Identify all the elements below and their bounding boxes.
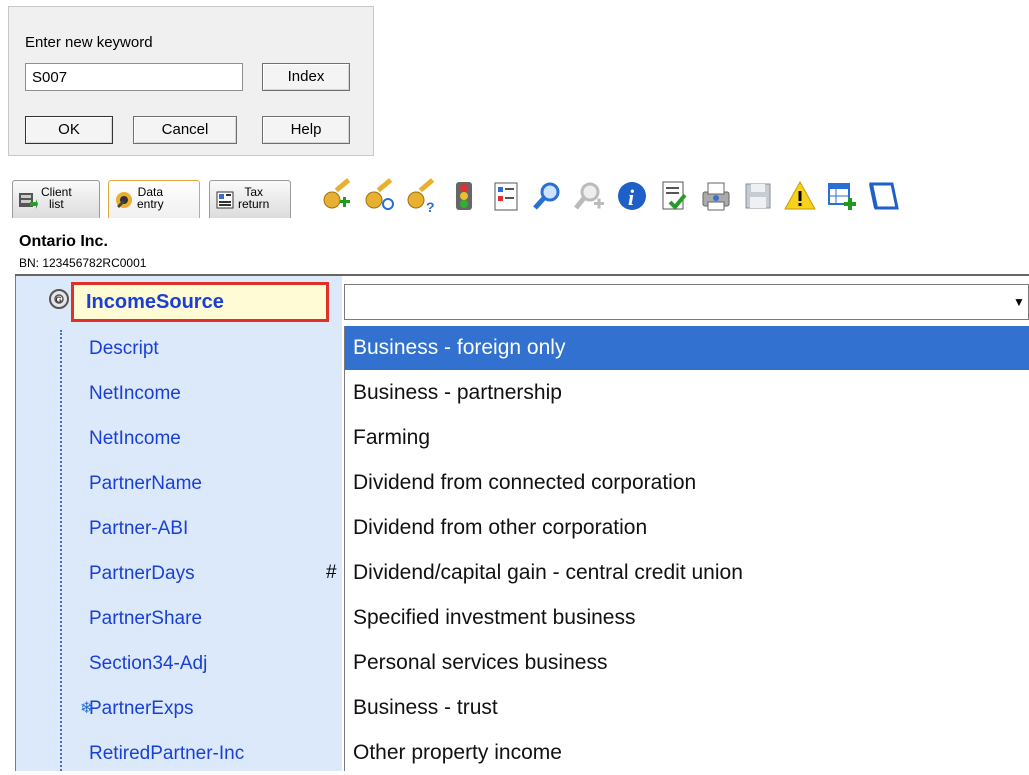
tax-return-icon: [216, 191, 234, 209]
dropdown-option[interactable]: Other property income: [345, 731, 1029, 775]
tree-row-partner-abi[interactable]: Partner-ABI: [89, 511, 188, 547]
tab-data-entry[interactable]: Data entry: [108, 180, 200, 218]
index-button[interactable]: Index: [262, 63, 350, 91]
dropdown-option[interactable]: Specified investment business: [345, 596, 1029, 640]
info-icon[interactable]: i: [614, 178, 650, 214]
dropdown-option[interactable]: Business - partnership: [345, 371, 1029, 415]
warning-icon[interactable]: [782, 178, 818, 214]
tree-row-partner-days[interactable]: PartnerDays: [89, 556, 195, 592]
form-icon[interactable]: [866, 178, 902, 214]
keyword-input[interactable]: [25, 63, 243, 91]
tree-row-partner-exps[interactable]: PartnerExps: [89, 691, 194, 727]
help-button[interactable]: Help: [262, 116, 350, 144]
dropdown-option[interactable]: Dividend from other corporation: [345, 506, 1029, 550]
review-icon[interactable]: [656, 178, 692, 214]
tree-connector: [60, 330, 62, 771]
income-source-combobox[interactable]: ▼: [344, 284, 1029, 320]
income-source-dropdown: Business - foreign only Business - partn…: [344, 326, 1029, 771]
search-key-icon[interactable]: [362, 178, 398, 214]
ok-button[interactable]: OK: [25, 116, 113, 144]
snowflake-icon: ❄: [80, 700, 94, 717]
dropdown-option[interactable]: Dividend from connected corporation: [345, 461, 1029, 505]
tree-row-descript[interactable]: Descript: [89, 331, 159, 367]
save-icon[interactable]: [740, 178, 776, 214]
income-source-field[interactable]: IncomeSource: [71, 282, 329, 322]
zoom-add-icon[interactable]: [572, 178, 608, 214]
keyword-dialog: Enter new keyword Index OK Cancel Help: [8, 6, 374, 156]
tree-row-partner-share[interactable]: PartnerShare: [89, 601, 202, 637]
svg-text:i: i: [628, 185, 635, 210]
print-icon[interactable]: [698, 178, 734, 214]
tree-row-retired-partner-inc[interactable]: RetiredPartner-Inc: [89, 736, 244, 772]
client-list-icon: [19, 193, 38, 209]
business-number: BN: 123456782RC0001: [19, 256, 147, 270]
tree-row-section34-adj[interactable]: Section34-Adj: [89, 646, 207, 682]
dropdown-option[interactable]: Business - foreign only: [345, 326, 1029, 370]
dropdown-option[interactable]: Dividend/capital gain - central credit u…: [345, 551, 1029, 595]
traffic-light-icon[interactable]: [446, 178, 482, 214]
dropdown-option[interactable]: Farming: [345, 416, 1029, 460]
tree-row-net-income-2[interactable]: NetIncome: [89, 421, 181, 457]
hash-marker: #: [326, 562, 337, 583]
svg-text:G: G: [56, 296, 62, 305]
data-entry-icon: [116, 192, 132, 208]
add-table-icon[interactable]: [824, 178, 860, 214]
income-source-label: IncomeSource: [86, 291, 224, 313]
keyword-prompt: Enter new keyword: [25, 34, 153, 51]
svg-text:?: ?: [426, 199, 435, 214]
gear-icon[interactable]: G: [48, 288, 70, 310]
dropdown-option[interactable]: Personal services business: [345, 641, 1029, 685]
tree-row-net-income[interactable]: NetIncome: [89, 376, 181, 412]
tree-row-partner-name[interactable]: PartnerName: [89, 466, 202, 502]
dropdown-arrow-icon[interactable]: ▼: [1010, 285, 1028, 319]
help-key-icon[interactable]: ?: [404, 178, 440, 214]
cancel-button[interactable]: Cancel: [133, 116, 237, 144]
tab-tax-return-label: Tax return: [238, 185, 270, 211]
tab-data-entry-label: Data entry: [137, 185, 164, 211]
tab-tax-return[interactable]: Tax return: [209, 180, 291, 218]
tab-client-list[interactable]: Client list: [12, 180, 100, 218]
checklist-icon[interactable]: [488, 178, 524, 214]
zoom-icon[interactable]: [530, 178, 566, 214]
tab-client-list-label: Client list: [41, 185, 72, 211]
dropdown-option[interactable]: Business - trust: [345, 686, 1029, 730]
client-name: Ontario Inc.: [19, 233, 108, 250]
add-key-icon[interactable]: [320, 178, 356, 214]
